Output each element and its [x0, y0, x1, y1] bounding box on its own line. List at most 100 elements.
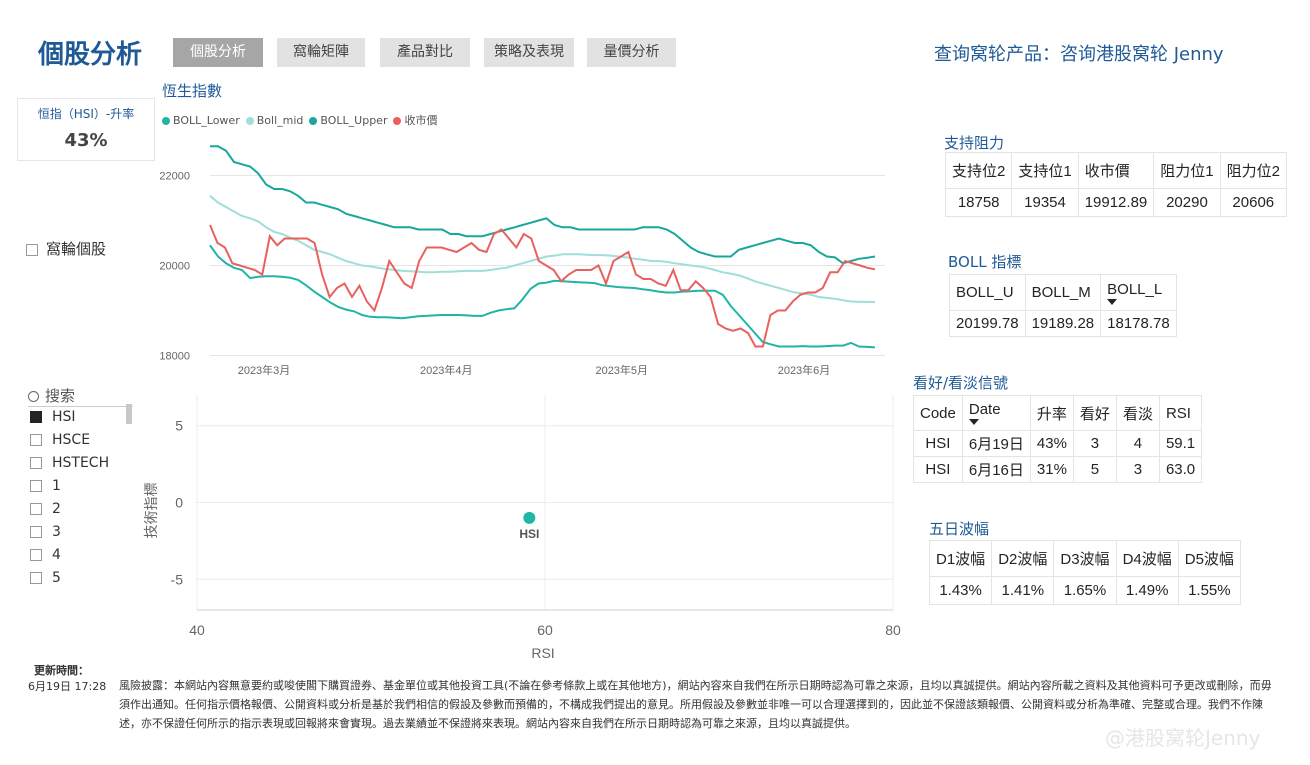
slicer-scrollbar[interactable]	[126, 404, 132, 424]
table-cell: 19189.28	[1024, 310, 1102, 337]
table-cell: 19354	[1011, 188, 1079, 217]
column-header[interactable]: D2波幅	[991, 540, 1055, 577]
column-header[interactable]: 阻力位1	[1153, 152, 1221, 189]
page-title: 個股分析	[38, 40, 143, 70]
column-header[interactable]: 支持位2	[944, 152, 1013, 189]
legend-dot-icon	[245, 117, 254, 125]
cell-value: 20290	[1166, 194, 1208, 211]
legend-item[interactable]: BOLL_Lower	[162, 114, 240, 127]
hsi-chart-legend: BOLL_Lower Boll_mid BOLL_Upper 收市價	[162, 109, 443, 128]
table-cell: 20606	[1219, 188, 1287, 217]
column-header-label: BOLL_L	[1107, 280, 1163, 298]
signals-table: Code Date 升率 看好 看淡 RSI HSI 6月19日 43% 3 4 59.1 HSI 6月…	[913, 395, 1203, 483]
signals-title: 看好/看淡信號	[913, 374, 1009, 392]
slicer-checkbox[interactable]	[30, 572, 42, 584]
slicer-item-3[interactable]: 3	[30, 521, 133, 544]
y-tick-label: 20000	[159, 261, 190, 273]
slicer-checkbox[interactable]	[30, 411, 42, 423]
table-cell: 59.1	[1158, 430, 1203, 457]
column-header[interactable]: D3波幅	[1053, 540, 1117, 577]
table-row: HSI 6月16日 31% 5 3 63.0	[913, 456, 1203, 483]
table-cell: 4	[1115, 430, 1160, 457]
slicer-checkbox[interactable]	[30, 503, 42, 515]
slicer-checkbox[interactable]	[30, 549, 42, 561]
search-icon	[28, 391, 39, 402]
slicer-item-hsce[interactable]: HSCE	[30, 429, 133, 452]
slicer-item-label: 3	[52, 524, 61, 540]
slicer-checkbox[interactable]	[30, 434, 42, 446]
y-tick-label: -5	[171, 571, 184, 587]
y-axis-label: 技術指標	[143, 483, 159, 539]
x-tick-label: 80	[885, 622, 901, 638]
tab-product-compare[interactable]: 產品對比	[380, 38, 470, 67]
slicer-checkbox[interactable]	[30, 480, 42, 492]
slicer-item-label: 2	[52, 501, 61, 517]
slicer-item-4[interactable]: 4	[30, 544, 133, 567]
column-header[interactable]: D1波幅	[928, 540, 993, 577]
column-header[interactable]: RSI	[1158, 395, 1203, 431]
warrant-stock-toggle[interactable]: 窩輪個股	[26, 238, 106, 259]
sort-desc-icon[interactable]	[1107, 298, 1118, 305]
slicer-item-1[interactable]: 1	[30, 475, 133, 498]
tab-volume-price[interactable]: 量價分析	[587, 38, 676, 67]
column-header[interactable]: BOLL_M	[1024, 274, 1102, 311]
table-cell: 3	[1072, 430, 1117, 457]
warrant-checkbox[interactable]	[26, 243, 38, 256]
legend-label: BOLL_Lower	[173, 114, 240, 127]
five-day-title: 五日波幅	[929, 520, 990, 538]
legend-label: Boll_mid	[256, 114, 304, 127]
cell-value: 18758	[957, 194, 1000, 211]
column-header[interactable]: Code	[913, 395, 963, 431]
column-header[interactable]: 阻力位2	[1219, 152, 1287, 189]
legend-label: BOLL_Upper	[320, 114, 388, 127]
column-header[interactable]: 看淡	[1115, 395, 1160, 431]
column-header[interactable]: D5波幅	[1177, 540, 1241, 577]
table-cell: 6月16日	[961, 456, 1031, 483]
table-cell: 5	[1072, 456, 1117, 483]
column-header-label: BOLL_M	[1031, 284, 1091, 301]
slicer-item-hstech[interactable]: HSTECH	[30, 452, 133, 475]
cell-value: HSI	[925, 435, 951, 452]
table-cell: 6月19日	[961, 430, 1031, 457]
tab-warrant-matrix[interactable]: 窩輪矩陣	[277, 38, 365, 67]
boll-indicator-title: BOLL 指標	[948, 253, 1022, 271]
tab-stock-analysis[interactable]: 個股分析	[173, 38, 263, 67]
support-resistance-title: 支持阻力	[944, 134, 1005, 152]
legend-dot-icon	[393, 117, 402, 125]
search-box[interactable]: 搜索	[28, 385, 133, 407]
column-header[interactable]: 看好	[1072, 395, 1117, 431]
column-header[interactable]: BOLL_U	[949, 274, 1026, 311]
slicer-list: HSI HSCE HSTECH 1 2 3 4 5	[30, 406, 133, 590]
table-cell: 20290	[1153, 188, 1221, 217]
search-input[interactable]: 搜索	[45, 387, 75, 405]
column-header[interactable]: Date	[961, 395, 1031, 431]
column-header[interactable]: D4波幅	[1115, 540, 1179, 577]
column-header[interactable]: BOLL_L	[1100, 274, 1177, 311]
query-link[interactable]: 查询窝轮产品：咨询港股窝轮 Jenny	[934, 40, 1224, 66]
series-line-1	[209, 195, 876, 303]
column-header[interactable]: 升率	[1029, 395, 1074, 431]
column-header[interactable]: 收市價	[1077, 152, 1155, 189]
slicer-checkbox[interactable]	[30, 526, 42, 538]
sort-desc-icon[interactable]	[968, 419, 979, 425]
data-point-hsi	[523, 511, 536, 524]
legend-item[interactable]: 收市價	[393, 112, 437, 128]
legend-item[interactable]: Boll_mid	[245, 114, 304, 127]
slicer-checkbox[interactable]	[30, 457, 42, 469]
legend-label: 收市價	[404, 114, 438, 127]
warrant-checkbox-label: 窩輪個股	[46, 240, 107, 258]
column-header[interactable]: 支持位1	[1011, 152, 1079, 189]
cell-value: 1.65%	[1063, 582, 1107, 599]
column-header-label: D4波幅	[1122, 551, 1172, 568]
column-header-label: Date	[968, 401, 1001, 418]
data-point-label: HSI	[519, 527, 539, 541]
slicer-item-2[interactable]: 2	[30, 498, 133, 521]
table-cell: 43%	[1029, 430, 1074, 457]
slicer-item-hsi[interactable]: HSI	[30, 406, 133, 429]
tab-strategy-performance[interactable]: 策略及表現	[484, 38, 574, 67]
slicer-item-5[interactable]: 5	[30, 567, 133, 590]
legend-item[interactable]: BOLL_Upper	[309, 114, 387, 127]
kpi-value: 43%	[64, 130, 108, 151]
cell-value: 3	[1090, 435, 1100, 452]
column-header-label: D3波幅	[1060, 551, 1110, 568]
